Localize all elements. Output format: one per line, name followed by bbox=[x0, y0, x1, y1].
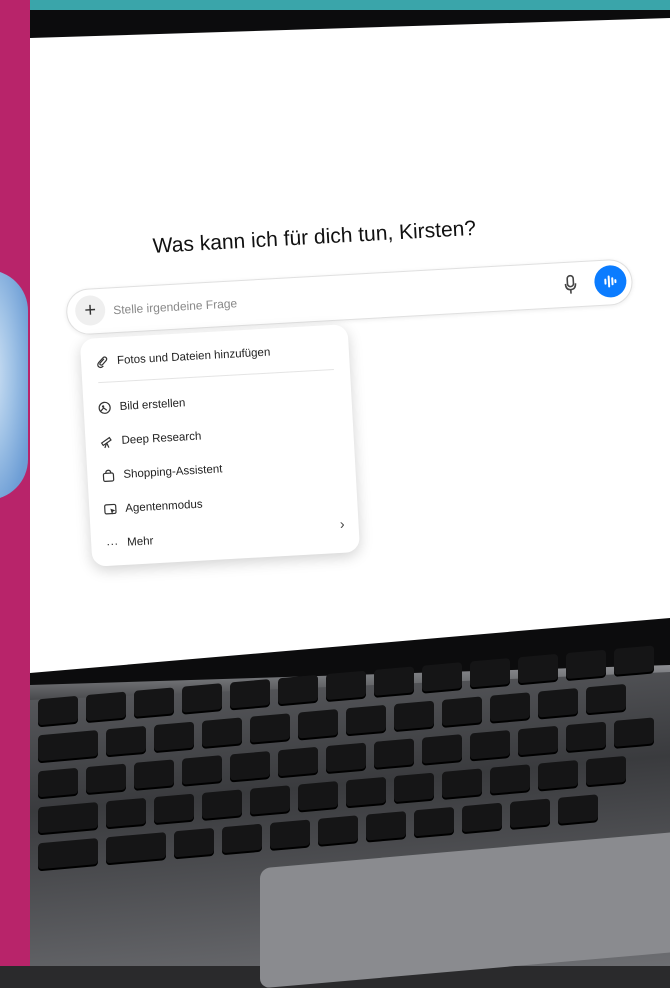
menu-item-label: Bild erstellen bbox=[119, 397, 185, 413]
attachment-menu: Fotos und Dateien hinzufügen Bild erstel… bbox=[80, 324, 360, 567]
menu-item-label: Agentenmodus bbox=[125, 499, 203, 515]
voice-mode-button[interactable] bbox=[594, 265, 628, 299]
menu-item-label: Fotos und Dateien hinzufügen bbox=[117, 347, 271, 368]
menu-item-deep-research[interactable]: Deep Research bbox=[99, 426, 202, 452]
waveform-icon bbox=[602, 273, 619, 290]
prompt-input[interactable] bbox=[111, 276, 516, 323]
chevron-right-icon[interactable]: › bbox=[339, 516, 345, 532]
menu-item-create-image[interactable]: Bild erstellen bbox=[97, 393, 186, 418]
menu-item-add-files[interactable]: Fotos und Dateien hinzufügen bbox=[95, 343, 271, 373]
agent-icon bbox=[103, 502, 118, 517]
greeting-heading: Was kann ich für dich tun, Kirsten? bbox=[152, 217, 477, 259]
microphone-icon[interactable] bbox=[563, 274, 578, 295]
menu-item-label: Deep Research bbox=[121, 430, 201, 446]
paperclip-icon bbox=[95, 355, 110, 370]
prompt-bar[interactable]: + bbox=[65, 258, 634, 336]
more-dots-icon: ··· bbox=[105, 536, 120, 551]
menu-item-agent-mode[interactable]: Agentenmodus bbox=[103, 495, 203, 521]
menu-item-label: Shopping-Assistent bbox=[123, 463, 223, 481]
plus-button[interactable]: + bbox=[74, 295, 106, 327]
menu-item-label: Mehr bbox=[127, 535, 154, 548]
teal-border bbox=[30, 0, 670, 10]
menu-divider bbox=[98, 369, 334, 383]
menu-item-more[interactable]: ··· Mehr bbox=[105, 531, 154, 554]
magenta-border bbox=[0, 0, 30, 966]
image-create-icon bbox=[97, 400, 112, 415]
chat-ui: Was kann ich für dich tun, Kirsten? + Fo… bbox=[60, 168, 663, 620]
menu-item-shopping-assistant[interactable]: Shopping-Assistent bbox=[101, 459, 223, 486]
blue-decoration bbox=[0, 270, 28, 500]
shopping-bag-icon bbox=[101, 468, 116, 483]
telescope-icon bbox=[99, 434, 114, 449]
